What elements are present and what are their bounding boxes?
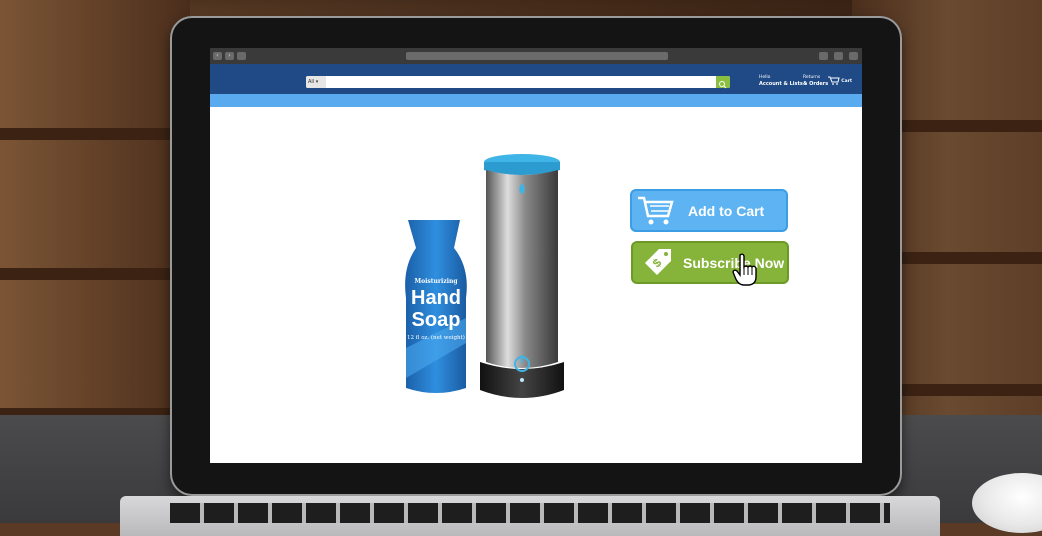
account-label: Account & Lists ▾: [759, 81, 808, 87]
back-button[interactable]: ‹: [213, 52, 222, 60]
settings-button[interactable]: [819, 52, 828, 60]
orders-label: & Orders: [803, 81, 829, 87]
subscribe-now-button[interactable]: $ Subscribe Now: [631, 241, 789, 284]
bottle-line1: Moisturizing: [414, 278, 458, 285]
bottle-line2: Hand: [411, 287, 461, 309]
hand-soap-bottle: Moisturizing Hand Soap 12 fl oz. (net we…: [405, 220, 467, 393]
search-bar[interactable]: All ▾: [306, 76, 730, 89]
share-button[interactable]: [834, 52, 843, 60]
add-to-cart-button[interactable]: Add to Cart: [630, 189, 788, 232]
site-header: All ▾ Hello Account & Lists ▾ Returns & …: [210, 64, 862, 94]
cart-icon: [638, 196, 674, 224]
tabs-button[interactable]: [849, 52, 858, 60]
address-bar[interactable]: [406, 52, 668, 60]
hand-cursor-icon: [732, 253, 757, 286]
search-icon: [719, 81, 727, 89]
browser-toolbar: ‹ ›: [210, 48, 862, 64]
search-button[interactable]: [716, 76, 730, 89]
returns-orders-link[interactable]: Returns & Orders: [803, 75, 828, 88]
laptop-screen: ‹ › All ▾ Hello Account & Lists ▾ Return…: [210, 48, 862, 463]
cart-label: Cart: [841, 79, 852, 84]
keyboard-keys: [170, 503, 890, 523]
bottle-line3: Soap: [412, 309, 461, 331]
forward-button[interactable]: ›: [225, 52, 234, 60]
soap-dispenser: [480, 154, 564, 398]
add-to-cart-label: Add to Cart: [688, 202, 765, 219]
tag-dollar-icon: $: [645, 248, 671, 275]
bookshelf-left: [0, 0, 190, 420]
account-lists-menu[interactable]: Hello Account & Lists ▾: [759, 75, 807, 88]
header-cart-link[interactable]: Cart: [828, 76, 852, 85]
cart-icon: [828, 76, 840, 85]
bottle-line4: 12 fl oz. (net weight): [407, 334, 465, 341]
search-category-select[interactable]: All ▾: [306, 76, 326, 88]
nav-strip: [210, 94, 862, 107]
sidebar-toggle-button[interactable]: [237, 52, 246, 60]
